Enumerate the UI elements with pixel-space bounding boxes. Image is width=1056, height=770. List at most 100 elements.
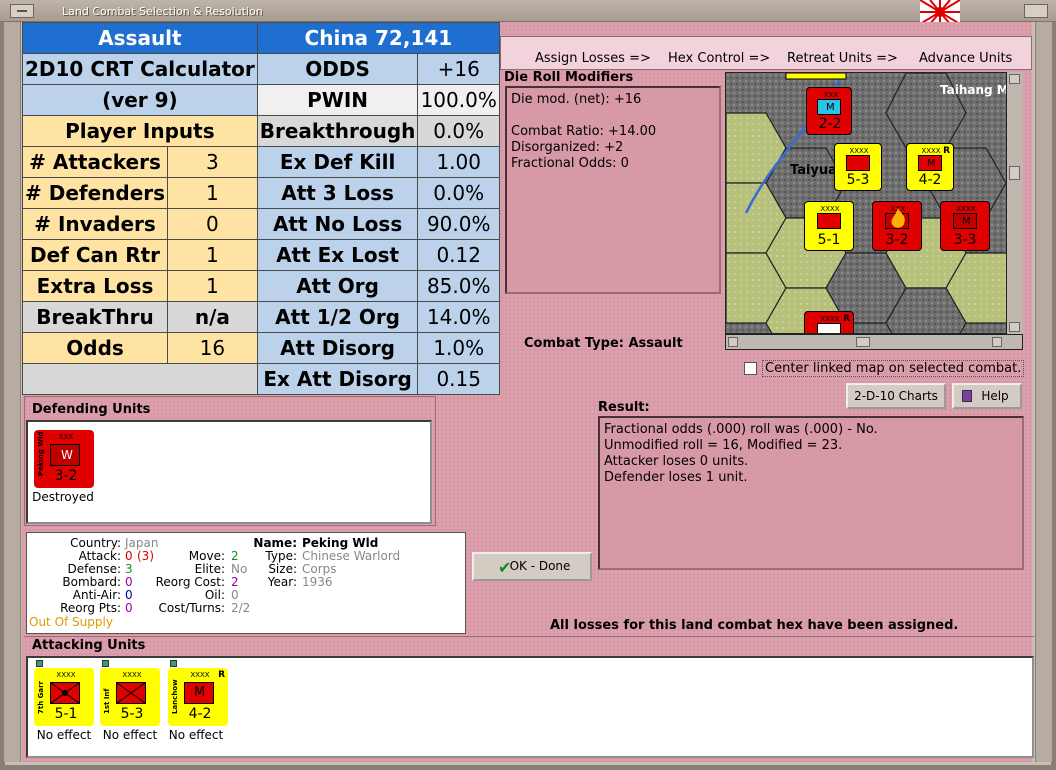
result-line: Unmodified roll = 16, Modified = 23.: [604, 438, 843, 453]
scroll-thumb[interactable]: [1009, 166, 1020, 180]
scroll-down-icon[interactable]: [1009, 322, 1020, 332]
result-line: Attacker loses 0 units.: [604, 454, 749, 469]
result-value: +16: [417, 53, 500, 85]
year-key: Year:: [267, 575, 297, 589]
map-unit-combat[interactable]: XXX 3-2: [872, 201, 922, 251]
help-button[interactable]: Help: [952, 383, 1022, 409]
result-value: 100.0%: [417, 84, 500, 116]
defense-key: Defense:: [67, 562, 121, 576]
scroll-right-icon[interactable]: [992, 337, 1002, 347]
input-label: Odds: [21, 332, 169, 364]
map-unit[interactable]: XXXX 5-1: [804, 201, 854, 251]
result-line: Defender loses 1 unit.: [604, 470, 748, 485]
name-value: Peking Wld: [302, 536, 379, 550]
scroll-up-icon[interactable]: [1009, 74, 1020, 84]
input-label: # Invaders: [21, 208, 169, 240]
input-label: # Defenders: [21, 177, 169, 209]
bombard-value: 0: [125, 575, 133, 589]
attacking-unit[interactable]: 1st Inf XXXX 5-3: [100, 668, 160, 726]
phase-retreat-units[interactable]: Retreat Units =>: [787, 51, 898, 66]
result-label: Att Org: [256, 270, 419, 302]
result-value: 0.0%: [417, 115, 500, 147]
country-key: Country:: [70, 536, 121, 550]
name-key: Name:: [253, 536, 297, 550]
attacking-unit[interactable]: 7th Garr XXXX 5-1: [34, 668, 94, 726]
system-menu-button[interactable]: [10, 4, 34, 18]
result-label: Att Disorg: [256, 332, 419, 364]
map-vertical-scrollbar[interactable]: [1006, 72, 1023, 334]
oil-key: Oil:: [204, 588, 225, 602]
input-value[interactable]: 3: [167, 146, 258, 178]
input-value[interactable]: 1: [167, 270, 258, 302]
result-value: 85.0%: [417, 270, 500, 302]
center-linked-checkbox[interactable]: [744, 362, 757, 375]
attacking-units-list: 7th Garr XXXX 5-1 No effect 1st Inf XXXX…: [26, 656, 1034, 758]
move-value: 2: [231, 549, 239, 563]
move-key: Move:: [188, 549, 225, 563]
checkmark-icon: ✔: [498, 558, 512, 577]
map-unit[interactable]: XXXX R: [804, 311, 854, 333]
result-box: Fractional odds (.000) roll was (.000) -…: [598, 416, 1024, 570]
result-label: Att 3 Loss: [256, 177, 419, 209]
defending-unit[interactable]: Peking Wld XXX W 3-2: [34, 430, 94, 488]
result-value: 0.0%: [417, 177, 500, 209]
die-roll-title: Die Roll Modifiers: [504, 70, 634, 85]
ok-done-label: OK - Done: [509, 559, 571, 573]
die-roll-line: Disorganized: +2: [511, 140, 624, 155]
attacking-title: Attacking Units: [32, 638, 146, 653]
map-unit[interactable]: XXXX M 3-3: [940, 201, 990, 251]
unit-detail-panel: Country: Japan Attack: 0 (3) Defense: 3 …: [26, 532, 466, 634]
charts-button[interactable]: 2-D-10 Charts: [846, 383, 946, 409]
center-linked-label[interactable]: Center linked map on selected combat.: [762, 360, 1025, 377]
phase-advance-units[interactable]: Advance Units: [919, 51, 1012, 66]
phase-hex-control[interactable]: Hex Control =>: [668, 51, 770, 66]
map-horizontal-scrollbar[interactable]: [725, 334, 1023, 350]
die-roll-line: [511, 108, 715, 124]
size-key: Size:: [268, 562, 297, 576]
elite-value: No: [231, 562, 248, 576]
map-unit[interactable]: XXXX 5-3: [834, 143, 882, 191]
input-value[interactable]: 1: [167, 177, 258, 209]
result-label: PWIN: [256, 84, 419, 116]
antiair-key: Anti-Air:: [72, 588, 121, 602]
unit-status-dot: [170, 660, 177, 667]
reorg-pts-value: 0: [125, 601, 133, 615]
result-label: Att 1/2 Org: [256, 301, 419, 333]
year-value: 1936: [302, 575, 333, 589]
unit-status-dot: [102, 660, 109, 667]
close-window-button[interactable]: [1024, 4, 1048, 18]
input-value[interactable]: 16: [167, 332, 258, 364]
reorg-cost-value: 2: [231, 575, 239, 589]
result-label: ODDS: [256, 53, 419, 85]
input-value[interactable]: 0: [167, 208, 258, 240]
mini-map[interactable]: Taihang M Taiyua XXX M 2-2 XXXX 5-3 XXXX…: [725, 72, 1023, 334]
calc-title: 2D10 CRT Calculator: [22, 53, 258, 85]
result-label: Ex Def Kill: [256, 146, 419, 178]
right-rail: [1035, 22, 1053, 762]
attacking-unit-status: No effect: [168, 728, 224, 742]
result-value: 0.12: [417, 239, 500, 271]
map-unit[interactable]: XXX M 2-2: [806, 87, 852, 135]
map-label-taihang: Taihang M: [940, 83, 1009, 97]
defending-units-list: Peking Wld XXX W 3-2 Destroyed: [26, 420, 432, 524]
defense-value: 3: [125, 562, 133, 576]
cost-turns-value: 2/2: [231, 601, 251, 615]
book-icon: [962, 390, 972, 402]
defending-unit-status: Destroyed: [32, 490, 94, 504]
phase-assign-losses[interactable]: Assign Losses =>: [535, 51, 651, 66]
scroll-thumb[interactable]: [856, 337, 870, 347]
result-value: 1.0%: [417, 332, 500, 364]
die-roll-line: Combat Ratio: +14.00: [511, 124, 657, 139]
result-label: Breakthrough: [256, 115, 419, 147]
result-label: Ex Att Disorg: [256, 363, 419, 395]
ok-done-button[interactable]: ✔ OK - Done: [472, 552, 592, 581]
die-roll-line: Fractional Odds: 0: [511, 156, 629, 171]
result-label: Att Ex Lost: [256, 239, 419, 271]
unit-status-dot: [36, 660, 43, 667]
supply-status: Out Of Supply: [29, 615, 113, 629]
scroll-left-icon[interactable]: [728, 337, 738, 347]
attacking-unit[interactable]: Lanchow XXXX R M 4-2: [168, 668, 228, 726]
input-value[interactable]: 1: [167, 239, 258, 271]
result-value: 14.0%: [417, 301, 500, 333]
map-unit[interactable]: XXXX R M 4-2: [906, 143, 954, 191]
